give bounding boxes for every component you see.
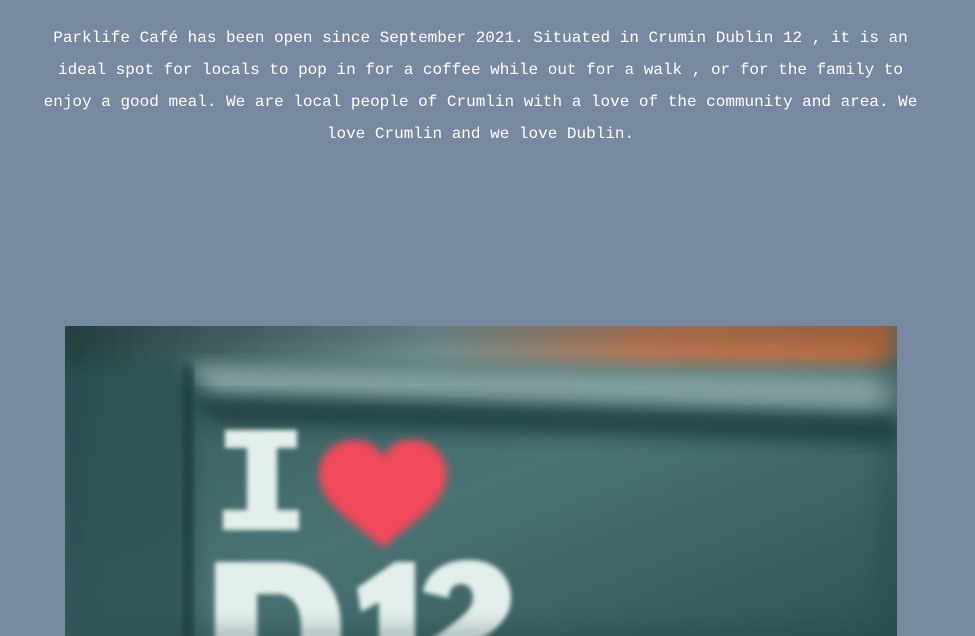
cafe-sign-photo xyxy=(65,326,897,636)
about-paragraph: Parklife Café has been open since Septem… xyxy=(43,29,918,143)
sign-groove xyxy=(183,366,193,636)
